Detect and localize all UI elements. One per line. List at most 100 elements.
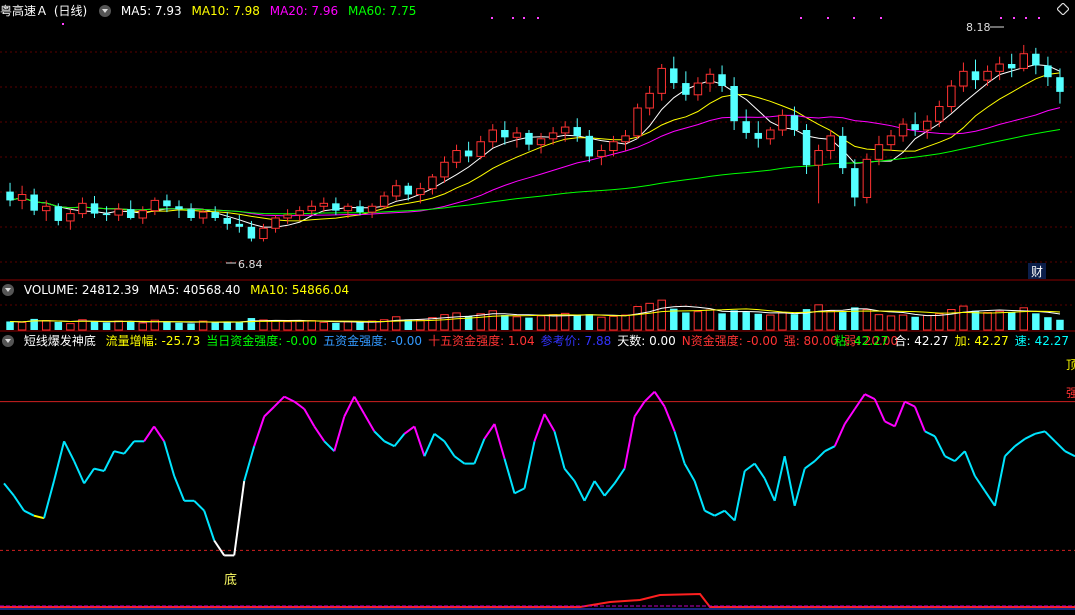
candle[interactable] <box>814 144 823 204</box>
candle[interactable] <box>621 130 630 151</box>
finance-badge-label: 财 <box>1031 265 1043 279</box>
candle[interactable] <box>705 68 715 92</box>
volume-bar <box>609 315 618 331</box>
candle[interactable] <box>826 130 835 160</box>
candle[interactable] <box>150 197 160 216</box>
candle[interactable] <box>983 65 992 86</box>
candle[interactable] <box>718 65 726 92</box>
candle[interactable] <box>633 103 642 139</box>
candle[interactable] <box>501 121 509 145</box>
candle[interactable] <box>391 179 401 201</box>
candle[interactable] <box>911 112 919 136</box>
indicator-segment <box>263 405 275 418</box>
volume-bar <box>657 299 666 331</box>
candle[interactable] <box>525 130 533 151</box>
indicator-segment <box>423 433 436 457</box>
volume-bar <box>138 322 148 331</box>
indicator-segment <box>323 440 336 452</box>
candle[interactable] <box>1032 47 1040 75</box>
candle[interactable] <box>428 174 437 195</box>
candle[interactable] <box>211 206 219 221</box>
candle[interactable] <box>247 220 256 242</box>
candle[interactable] <box>778 109 787 136</box>
candle[interactable] <box>597 144 606 166</box>
candle[interactable] <box>851 159 859 207</box>
candle[interactable] <box>235 215 244 233</box>
candle[interactable] <box>6 182 14 207</box>
indicator-segment <box>243 445 256 482</box>
indicator-segment <box>613 468 626 484</box>
candle[interactable] <box>682 71 690 101</box>
indicator-segment <box>443 440 456 457</box>
candle[interactable] <box>114 203 123 221</box>
candle[interactable] <box>790 106 799 136</box>
grid-lines <box>0 51 1075 306</box>
indicator-segment <box>523 441 536 489</box>
volume-bar <box>476 313 485 331</box>
candle[interactable] <box>271 215 280 233</box>
indicator-segment <box>213 539 226 556</box>
candle[interactable] <box>440 156 449 183</box>
candle[interactable] <box>670 56 678 89</box>
volume-bar <box>742 312 750 330</box>
candle[interactable] <box>1019 44 1029 72</box>
indicator-segment <box>373 430 386 443</box>
volume-bar <box>585 314 594 330</box>
candle[interactable] <box>379 191 389 210</box>
candle[interactable] <box>175 200 183 218</box>
candle[interactable] <box>862 153 872 204</box>
candle[interactable] <box>947 80 956 113</box>
candle[interactable] <box>1007 53 1016 78</box>
indicator-segment <box>1024 432 1036 440</box>
candle[interactable] <box>283 209 292 224</box>
indicator-segment <box>884 420 896 428</box>
candle[interactable] <box>54 203 63 226</box>
candle[interactable] <box>367 203 377 218</box>
candle[interactable] <box>476 135 485 160</box>
candle[interactable] <box>223 212 232 230</box>
candle[interactable] <box>657 64 666 101</box>
volume-bar <box>1032 313 1040 330</box>
candle[interactable] <box>30 188 38 216</box>
volume-bar <box>356 322 364 330</box>
candle[interactable] <box>66 209 75 230</box>
indicator-segment <box>433 432 445 443</box>
indicator-segment <box>704 509 716 517</box>
indicator-segment <box>393 433 406 447</box>
indicator-segment <box>744 462 756 472</box>
candle[interactable] <box>766 127 775 145</box>
volume-bar <box>211 322 219 330</box>
candle[interactable] <box>922 115 932 139</box>
candle[interactable] <box>512 127 522 148</box>
candle[interactable] <box>838 127 847 174</box>
candle[interactable] <box>886 130 896 151</box>
candle[interactable] <box>693 77 703 101</box>
candle[interactable] <box>488 124 498 148</box>
candle[interactable] <box>295 206 304 221</box>
candle[interactable] <box>126 200 135 220</box>
candle[interactable] <box>452 144 461 169</box>
candle[interactable] <box>17 185 27 210</box>
candle[interactable] <box>78 197 87 218</box>
candle[interactable] <box>645 86 654 116</box>
candle[interactable] <box>536 132 546 154</box>
volume-bar <box>163 322 171 330</box>
candle[interactable] <box>90 196 99 218</box>
candle[interactable] <box>754 121 763 148</box>
candle[interactable] <box>742 109 750 139</box>
candle[interactable] <box>1044 56 1052 86</box>
signal-dot <box>1038 17 1040 19</box>
indicator-segment <box>723 509 736 522</box>
indicator-segment <box>533 413 546 442</box>
candle[interactable] <box>971 59 980 89</box>
volume-bar <box>428 317 437 331</box>
candle[interactable] <box>935 100 944 128</box>
candle[interactable] <box>187 203 195 221</box>
candle[interactable] <box>464 141 473 163</box>
indicator-segment <box>333 416 346 452</box>
volume-bar <box>621 314 630 331</box>
volume-bar <box>718 313 726 330</box>
candle[interactable] <box>138 206 148 224</box>
stock-chart[interactable]: 8.18 6.84 财底 顶强 <box>0 0 1075 615</box>
indicator-segment <box>804 460 816 470</box>
